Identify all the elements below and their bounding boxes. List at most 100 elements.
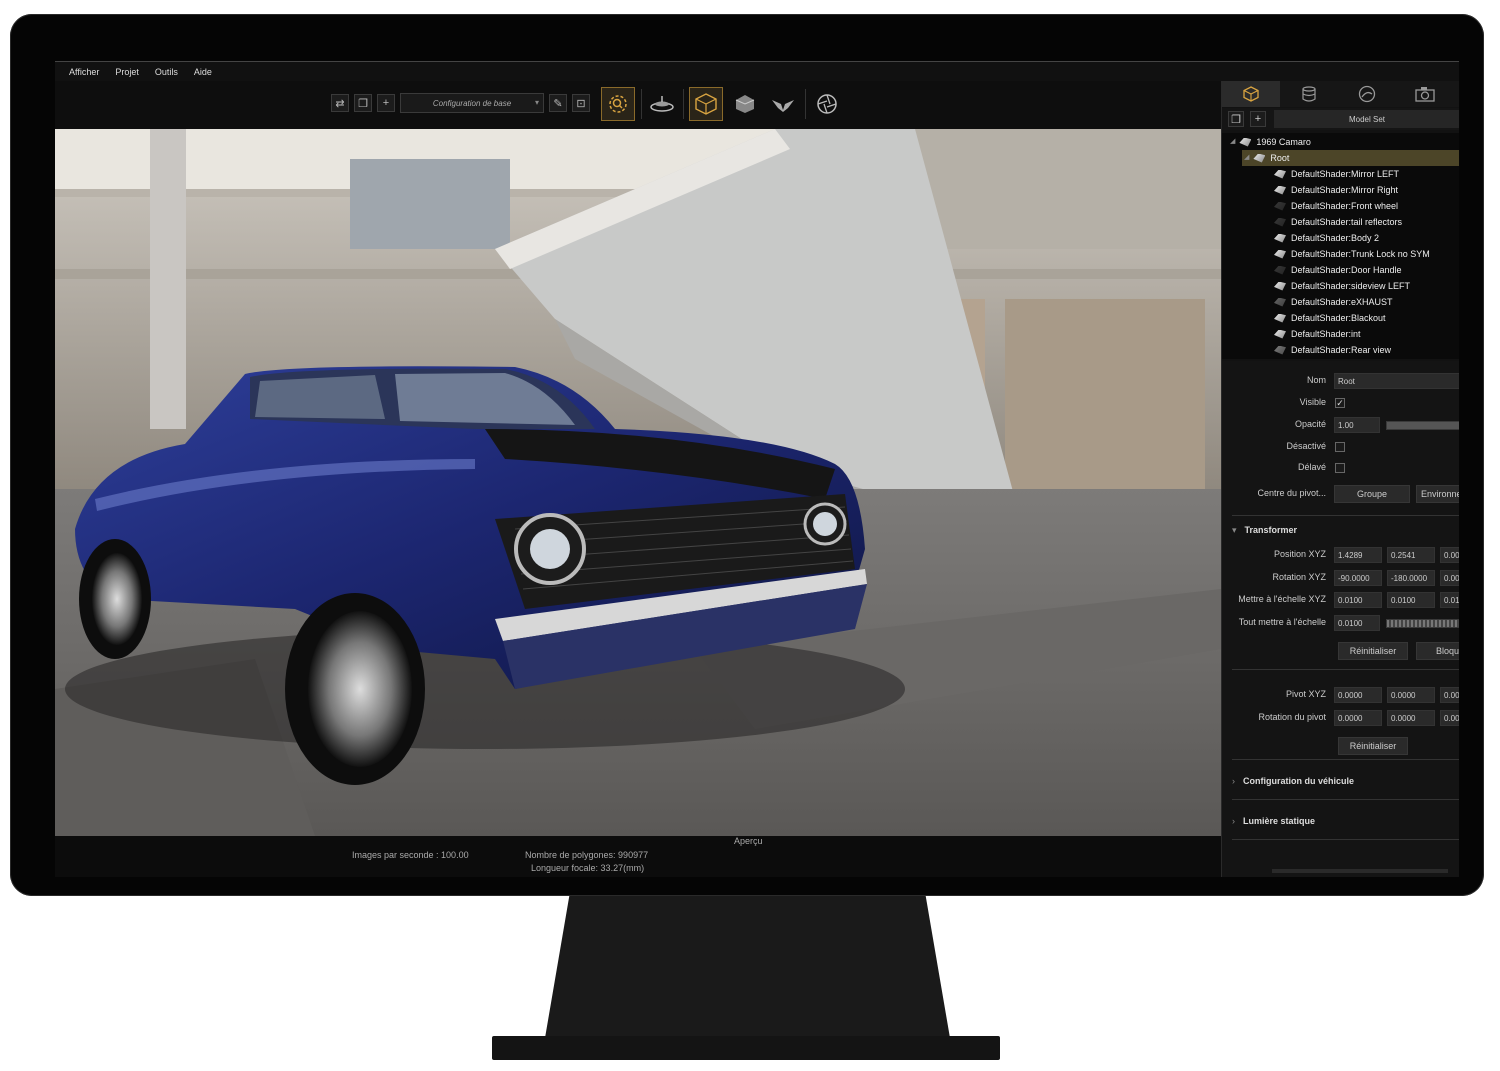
expand-icon[interactable]: ◢ <box>1230 134 1235 150</box>
menu-aide[interactable]: Aide <box>186 62 220 82</box>
tree-item[interactable]: DefaultShader:Door Handle <box>1274 262 1402 278</box>
pivot-x[interactable]: 0.0000 <box>1334 687 1382 703</box>
tree-item[interactable]: DefaultShader:int <box>1274 326 1361 342</box>
tree-item[interactable]: DefaultShader:Mirror LEFT <box>1274 166 1399 182</box>
add-icon[interactable]: + <box>1250 111 1266 127</box>
tree-item-label: Root <box>1270 153 1290 163</box>
lock-icon[interactable]: ⊡ <box>572 94 590 112</box>
delave-label: Délavé <box>1297 462 1326 472</box>
tree-item-label: DefaultShader:sideview LEFT <box>1291 281 1411 291</box>
properties-panel: ❐ + Model Set ◢ 1969 Camaro ◢ Root Default… <box>1221 81 1459 877</box>
scale-label: Mettre à l'échelle XYZ <box>1238 594 1326 604</box>
pivot-z[interactable]: 0.00 <box>1440 687 1459 703</box>
tree-item[interactable]: DefaultShader:Body 2 <box>1274 230 1379 246</box>
delave-checkbox[interactable] <box>1335 463 1345 473</box>
opacite-slider[interactable] <box>1386 421 1459 430</box>
section-title: Lumière statique <box>1243 816 1316 826</box>
tree-item[interactable]: DefaultShader:Blackout <box>1274 310 1386 326</box>
turntable-icon[interactable] <box>645 87 679 121</box>
pivot-y[interactable]: 0.0000 <box>1387 687 1435 703</box>
section-title: Configuration du véhicule <box>1243 776 1355 786</box>
uniform-scale-label: Tout mettre à l'échelle <box>1238 617 1326 627</box>
scale-y[interactable]: 0.0100 <box>1387 592 1435 608</box>
expand-icon[interactable]: ◢ <box>1244 150 1249 166</box>
tree-item-label: DefaultShader:Front wheel <box>1291 201 1399 211</box>
polygon-count: Nombre de polygones: 990977 <box>525 850 649 860</box>
scale-x[interactable]: 0.0100 <box>1334 592 1382 608</box>
duplicate-icon[interactable]: ❐ <box>354 94 372 112</box>
position-y[interactable]: 0.2541 <box>1387 547 1435 563</box>
tree-item[interactable]: DefaultShader:sideview LEFT <box>1274 278 1410 294</box>
menu-projet[interactable]: Projet <box>107 62 147 82</box>
model-set-selector[interactable]: Model Set <box>1274 110 1459 128</box>
tree-item-label: 1969 Camaro <box>1256 137 1311 147</box>
tree-item-label: DefaultShader:Blackout <box>1291 313 1386 323</box>
box-icon[interactable] <box>689 87 723 121</box>
cube-icon[interactable] <box>1222 81 1280 107</box>
menu-outils[interactable]: Outils <box>147 62 186 82</box>
visible-checkbox[interactable]: ✓ <box>1335 398 1345 408</box>
render-viewport[interactable] <box>55 129 1221 836</box>
node-properties: Nom Root Visible ✓ Opacité 1.00 Désactiv… <box>1222 361 1459 877</box>
shader-icon <box>1274 233 1286 243</box>
shader-icon <box>1274 265 1286 275</box>
desactive-checkbox[interactable] <box>1335 442 1345 452</box>
tree-item-label: DefaultShader:Trunk Lock no SYM <box>1291 249 1430 259</box>
monitor-base <box>492 1036 1000 1060</box>
uniform-scale-slider[interactable] <box>1386 619 1459 628</box>
swap-icon[interactable]: ⇄ <box>331 94 349 112</box>
tree-item-camaro[interactable]: ◢ 1969 Camaro <box>1230 134 1459 150</box>
nom-input[interactable]: Root <box>1334 373 1459 389</box>
shader-icon <box>1274 169 1286 179</box>
panel-scrollbar[interactable] <box>1272 869 1448 873</box>
shader-icon <box>1274 201 1286 211</box>
visible-label: Visible <box>1299 397 1326 407</box>
tree-item[interactable]: DefaultShader:Trunk Lock no SYM <box>1274 246 1430 262</box>
copy-icon[interactable]: ❐ <box>1228 111 1244 127</box>
environnement-button[interactable]: Environne <box>1416 485 1459 503</box>
tree-item-label: DefaultShader:eXHAUST <box>1291 297 1393 307</box>
transform-title: Transformer <box>1244 525 1298 535</box>
tree-item-root[interactable]: ◢ Root <box>1242 150 1459 166</box>
uniform-scale-input[interactable]: 0.0100 <box>1334 615 1380 631</box>
pivot-rotation-y[interactable]: 0.0000 <box>1387 710 1435 726</box>
rotation-z[interactable]: 0.00 <box>1440 570 1459 586</box>
pivot-rotation-z[interactable]: 0.00 <box>1440 710 1459 726</box>
scale-z[interactable]: 0.01 <box>1440 592 1459 608</box>
rotation-y[interactable]: -180.0000 <box>1387 570 1435 586</box>
position-x[interactable]: 1.4289 <box>1334 547 1382 563</box>
reset-pivot-button[interactable]: Réinitialiser <box>1338 737 1408 755</box>
database-icon[interactable] <box>1280 81 1338 107</box>
menu-afficher[interactable]: Afficher <box>61 62 107 82</box>
lock-transform-button[interactable]: Bloqu <box>1416 642 1459 660</box>
menubar: Afficher Projet Outils Aide <box>55 61 1459 82</box>
nom-label: Nom <box>1306 375 1326 385</box>
groupe-button[interactable]: Groupe <box>1334 485 1410 503</box>
transform-section[interactable]: ▾ Transformer <box>1232 525 1459 536</box>
vehicle-config-section[interactable]: › Configuration du véhicule <box>1232 776 1459 786</box>
tree-item[interactable]: DefaultShader:Rear view <box>1274 342 1391 358</box>
desactive-label: Désactivé <box>1286 441 1326 451</box>
wings-icon[interactable] <box>766 87 800 121</box>
tree-item[interactable]: DefaultShader:tail reflectors <box>1274 214 1402 230</box>
rendered-scene <box>55 129 1221 836</box>
reset-transform-button[interactable]: Réinitialiser <box>1338 642 1408 660</box>
configuration-select[interactable]: Configuration de base ▾ <box>400 93 544 113</box>
pivot-rotation-x[interactable]: 0.0000 <box>1334 710 1382 726</box>
search-zoom-icon[interactable] <box>601 87 635 121</box>
camera-icon[interactable] <box>1396 81 1454 107</box>
solid-icon[interactable] <box>728 87 762 121</box>
tree-item[interactable]: DefaultShader:eXHAUST <box>1274 294 1393 310</box>
add-icon[interactable]: + <box>377 94 395 112</box>
tree-item[interactable]: DefaultShader:Mirror Right <box>1274 182 1398 198</box>
opacite-input[interactable]: 1.00 <box>1334 417 1380 433</box>
tree-item-label: DefaultShader:int <box>1291 329 1361 339</box>
tree-item-label: DefaultShader:tail reflectors <box>1291 217 1403 227</box>
aperture-icon[interactable] <box>810 87 844 121</box>
static-light-section[interactable]: › Lumière statique <box>1232 816 1459 826</box>
edit-icon[interactable]: ✎ <box>549 94 567 112</box>
tree-item[interactable]: DefaultShader:Front wheel <box>1274 198 1398 214</box>
position-z[interactable]: 0.00 <box>1440 547 1459 563</box>
rotation-x[interactable]: -90.0000 <box>1334 570 1382 586</box>
gauge-icon[interactable] <box>1338 81 1396 107</box>
